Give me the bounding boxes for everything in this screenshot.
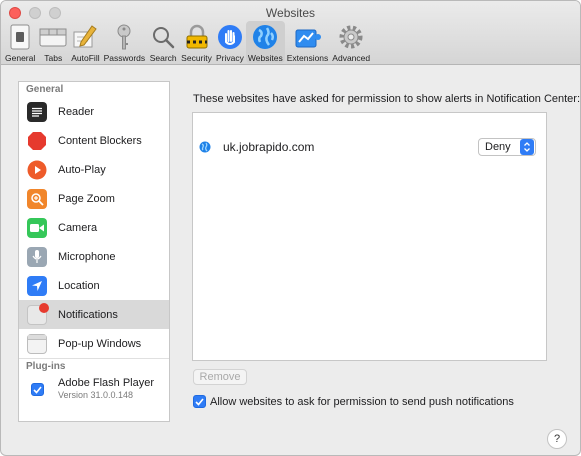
toolbar-label: Tabs (44, 53, 63, 63)
preferences-window: Websites General Tabs AutoFill Passwords… (0, 0, 581, 456)
sidebar-section-header: General (26, 84, 64, 95)
sidebar-item-label: Camera (58, 221, 98, 234)
permission-description: These websites have asked for permission… (193, 93, 581, 105)
hand-icon (216, 23, 244, 51)
plugin-enabled-checkbox[interactable] (31, 383, 44, 396)
toolbar-extensions[interactable]: Extensions (285, 21, 331, 63)
allow-push-row[interactable]: Allow websites to ask for permission to … (193, 395, 514, 408)
sidebar-section-header: Plug-ins (19, 358, 169, 373)
toolbar-label: Advanced (332, 53, 371, 63)
key-icon (110, 23, 138, 51)
sidebar-item-flash-player[interactable]: Adobe Flash Player Version 31.0.0.148 (19, 373, 169, 413)
microphone-icon (27, 246, 47, 267)
toolbar-security[interactable]: Security (179, 21, 214, 63)
toolbar-label: Extensions (286, 53, 329, 63)
website-list[interactable]: uk.jobrapido.com Deny (192, 112, 547, 361)
toolbar-autofill[interactable]: AutoFill (69, 21, 101, 63)
sidebar-item-page-zoom[interactable]: Page Zoom (19, 184, 169, 213)
plugin-version: Version 31.0.0.148 (58, 390, 134, 400)
permission-select-value: Deny (485, 141, 511, 153)
remove-button[interactable]: Remove (193, 369, 247, 385)
toolbar-general[interactable]: General (3, 21, 37, 63)
up-down-chevron-icon (520, 139, 534, 155)
sidebar-item-label: Page Zoom (58, 192, 115, 205)
sidebar-item-label: Microphone (58, 250, 116, 263)
sidebar-item-content-blockers[interactable]: Content Blockers (19, 126, 169, 155)
stop-icon (27, 131, 47, 151)
reader-icon (27, 101, 47, 122)
toolbar-label: General (5, 53, 36, 63)
toolbar-privacy[interactable]: Privacy (214, 21, 246, 63)
sidebar-item-label: Reader (58, 105, 95, 118)
gear-icon (337, 23, 365, 51)
toolbar-search[interactable]: Search (147, 21, 179, 63)
toolbar-label: Search (149, 53, 177, 63)
sidebar-item-label: Notifications (58, 308, 118, 321)
camera-icon (27, 217, 47, 238)
permissions-sidebar: General Reader Content Blockers Auto-Pla… (18, 81, 170, 422)
plugin-name: Adobe Flash Player (58, 377, 154, 389)
puzzle-icon (294, 23, 322, 51)
globe-icon (251, 23, 279, 51)
general-icon (6, 23, 34, 51)
location-icon (27, 275, 47, 296)
lock-icon (183, 23, 211, 51)
sidebar-item-auto-play[interactable]: Auto-Play (19, 155, 169, 184)
sidebar-item-popup-windows[interactable]: Pop-up Windows (19, 329, 169, 358)
sidebar-item-label: Pop-up Windows (58, 337, 142, 350)
help-button[interactable]: ? (547, 429, 567, 449)
sidebar-item-location[interactable]: Location (19, 271, 169, 300)
toolbar-websites[interactable]: Websites (245, 21, 285, 63)
allow-push-checkbox[interactable] (193, 395, 206, 408)
sidebar-item-notifications[interactable]: Notifications (19, 300, 169, 329)
website-row[interactable]: uk.jobrapido.com Deny (193, 135, 546, 159)
popup-icon (27, 333, 47, 354)
plugin-info: Adobe Flash Player Version 31.0.0.148 (58, 377, 154, 400)
toolbar-label: Passwords (103, 53, 146, 63)
sidebar-item-reader[interactable]: Reader (19, 97, 169, 126)
preferences-toolbar: General Tabs AutoFill Passwords Search S… (1, 21, 372, 65)
globe-icon (199, 141, 211, 153)
permission-select[interactable]: Deny (478, 138, 536, 156)
sidebar-item-label: Content Blockers (58, 134, 142, 147)
toolbar-advanced[interactable]: Advanced (330, 21, 372, 63)
toolbar-passwords[interactable]: Passwords (102, 21, 148, 63)
tabs-icon (39, 23, 67, 51)
sidebar-item-camera[interactable]: Camera (19, 213, 169, 242)
sidebar-item-label: Location (58, 279, 100, 292)
window-title: Websites (265, 6, 316, 20)
toolbar-label: Websites (247, 53, 283, 63)
autofill-icon (71, 23, 99, 51)
toolbar-label: Security (181, 53, 212, 63)
toolbar-label: AutoFill (71, 53, 100, 63)
website-domain: uk.jobrapido.com (223, 140, 315, 154)
notifications-icon (27, 302, 49, 325)
play-icon (27, 160, 47, 180)
zoom-icon (27, 188, 47, 209)
search-icon (149, 23, 177, 51)
allow-push-label: Allow websites to ask for permission to … (210, 395, 514, 408)
sidebar-item-microphone[interactable]: Microphone (19, 242, 169, 271)
title-bar: Websites General Tabs AutoFill Passwords… (1, 1, 580, 65)
toolbar-label: Privacy (215, 53, 244, 63)
sidebar-item-label: Auto-Play (58, 163, 106, 176)
toolbar-tabs[interactable]: Tabs (37, 21, 69, 63)
